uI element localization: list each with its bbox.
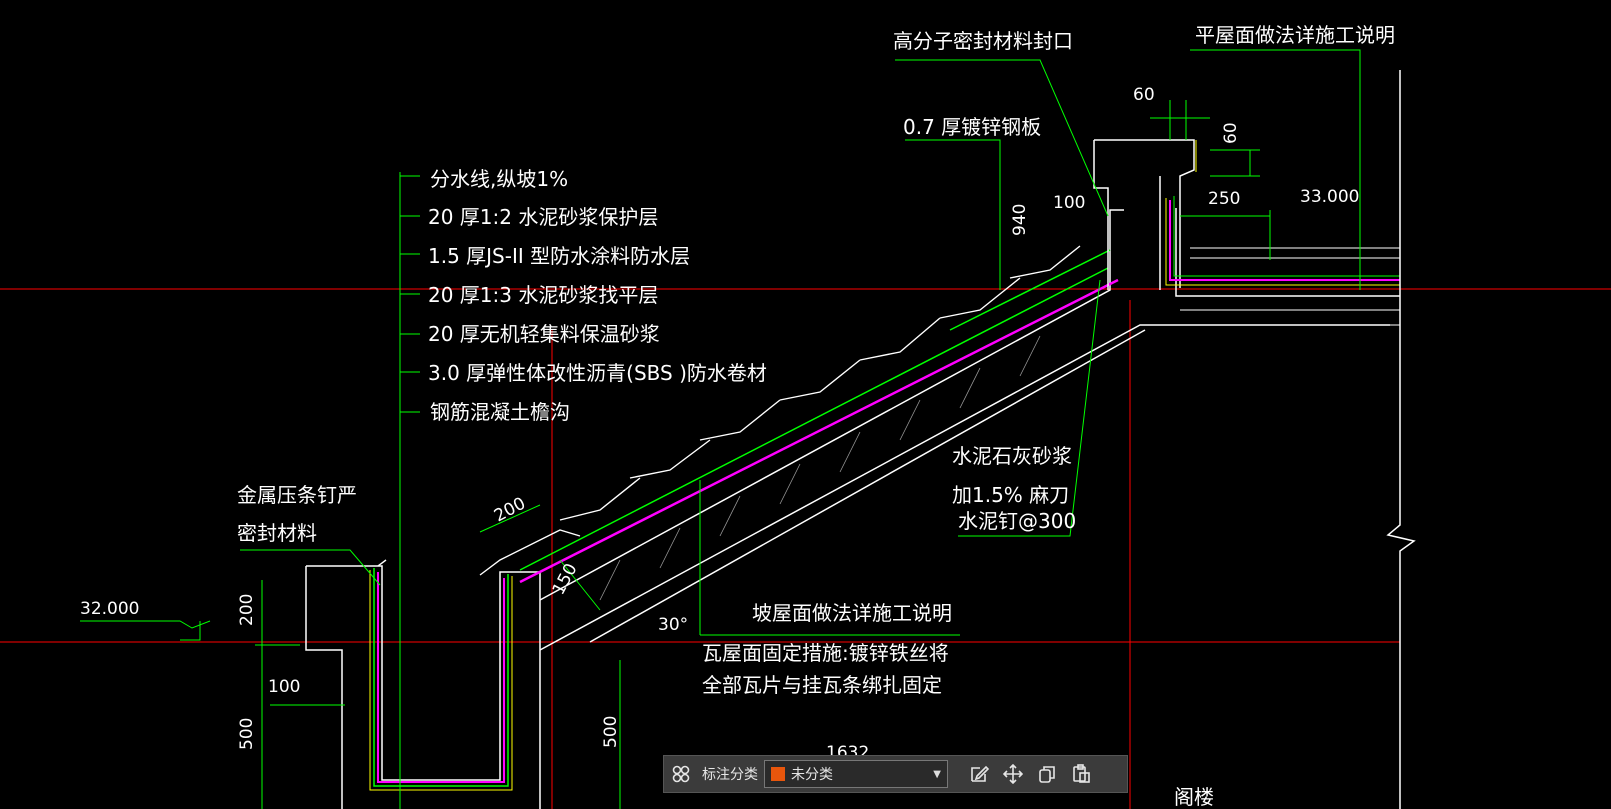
- category-label: 标注分类: [702, 767, 758, 783]
- parapet: [1093, 139, 1400, 297]
- gutter-yellow-lining: [369, 570, 513, 791]
- label-layer2: 20 厚1:2 水泥砂浆保护层: [428, 205, 658, 229]
- annotation-toolbar: 标注分类 未分类 ▼: [663, 755, 1128, 793]
- label-layer3: 1.5 厚JS-II 型防水涂料防水层: [428, 244, 690, 268]
- cad-drawing-canvas[interactable]: 高分子密封材料封口 平屋面做法详施工说明 0.7 厚镀锌钢板 分水线,纵坡1% …: [0, 0, 1611, 809]
- label-steel-plate: 0.7 厚镀锌钢板: [903, 115, 1041, 139]
- label-flat-roof-note: 平屋面做法详施工说明: [1195, 23, 1395, 47]
- label-attic: 阁楼: [1174, 785, 1214, 809]
- label-layer5: 20 厚无机轻集料保温砂浆: [428, 322, 660, 346]
- label-slope-note: 坡屋面做法详施工说明: [752, 601, 952, 625]
- label-layer6: 3.0 厚弹性体改性沥青(SBS )防水卷材: [428, 361, 767, 385]
- dimension-lines: [255, 100, 1271, 809]
- label-layer7: 钢筋混凝土檐沟: [430, 400, 570, 424]
- paste-icon[interactable]: [1064, 757, 1098, 791]
- dim-940: 940: [1010, 204, 1030, 236]
- dim-500-mid: 500: [601, 716, 621, 748]
- dim-100-top: 100: [1053, 193, 1085, 213]
- move-icon[interactable]: [996, 757, 1030, 791]
- gutter-magenta-lining: [377, 572, 505, 783]
- edit-icon[interactable]: [962, 757, 996, 791]
- dim-200-left: 200: [237, 594, 257, 626]
- category-dropdown[interactable]: 未分类 ▼: [764, 760, 948, 788]
- label-layer1: 分水线,纵坡1%: [430, 167, 568, 191]
- dim-angle: 30°: [658, 615, 688, 635]
- dim-200-slope: 200: [491, 494, 529, 527]
- dim-60-side: 60: [1221, 122, 1241, 144]
- elevation-32: 32.000: [80, 599, 139, 619]
- label-metal-strip-2: 密封材料: [237, 521, 317, 545]
- label-layer4: 20 厚1:3 水泥砂浆找平层: [428, 283, 658, 307]
- label-mortar-1: 水泥石灰砂浆: [952, 444, 1072, 468]
- parapet-linings: [1165, 140, 1400, 286]
- dim-500-left: 500: [237, 718, 257, 750]
- elevation-33: 33.000: [1300, 187, 1359, 207]
- right-wall: [1386, 70, 1416, 809]
- grid-icon[interactable]: [664, 757, 698, 791]
- label-seal-mouth: 高分子密封材料封口: [893, 29, 1073, 53]
- gutter-green-lining: [373, 568, 509, 787]
- copy-icon[interactable]: [1030, 757, 1064, 791]
- color-swatch: [771, 767, 785, 781]
- dim-60-top: 60: [1133, 85, 1155, 105]
- drawing-annotations: 高分子密封材料封口 平屋面做法详施工说明 0.7 厚镀锌钢板 分水线,纵坡1% …: [80, 23, 1395, 809]
- dim-250: 250: [1208, 189, 1240, 209]
- flat-roof-layers: [1180, 247, 1400, 326]
- label-tile-fix-2: 全部瓦片与挂瓦条绑扎固定: [702, 673, 942, 697]
- label-mortar-2: 加1.5% 麻刀: [952, 483, 1069, 507]
- dim-100-left: 100: [268, 677, 300, 697]
- label-mortar-3: 水泥钉@300: [958, 509, 1076, 533]
- label-metal-strip-1: 金属压条钉严: [237, 483, 357, 507]
- category-selected-value: 未分类: [791, 767, 833, 783]
- chevron-down-icon: ▼: [933, 768, 941, 780]
- label-tile-fix-1: 瓦屋面固定措施:镀锌铁丝将: [702, 641, 949, 665]
